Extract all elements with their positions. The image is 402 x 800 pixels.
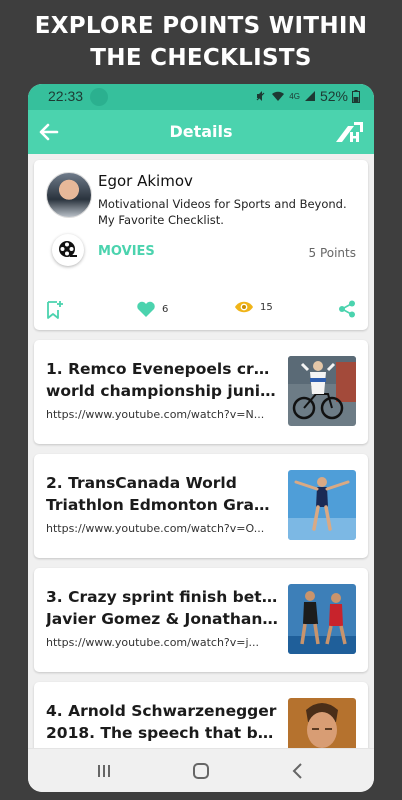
battery-icon <box>352 89 360 103</box>
item-title-line-2: Triathlon Edmonton Grand F... <box>46 496 278 514</box>
item-url[interactable]: https://www.youtube.com/watch?v=j... <box>46 636 280 649</box>
checklist-detail-card: Egor Akimov Motivational Videos for Spor… <box>34 160 368 330</box>
item-title-line-1: 2. TransCanada World <box>46 474 237 492</box>
app-logo-icon <box>336 122 363 142</box>
app-bar: Details <box>28 110 374 154</box>
page-title: Details <box>169 122 233 141</box>
like-button[interactable]: 6 <box>136 300 168 318</box>
system-nav-bar <box>28 748 374 792</box>
item-title-line-1: 1. Remco Evenepoels crazy <box>46 360 278 378</box>
checklist-description: Motivational Videos for Sports and Beyon… <box>98 197 347 227</box>
share-icon[interactable] <box>338 300 356 318</box>
likes-count: 6 <box>162 303 169 315</box>
item-title-line-2: 2018. The speech that brok... <box>46 724 278 742</box>
cyclist-thumbnail[interactable] <box>288 356 356 426</box>
promo-headline: EXPLORE POINTS WITHIN THE CHECKLISTS <box>0 10 402 74</box>
status-bar: 22:33 4G 52% <box>28 84 374 110</box>
sprint-thumbnail[interactable] <box>288 584 356 654</box>
wifi-icon <box>272 91 285 101</box>
system-icons: 4G 52% <box>255 88 360 104</box>
phone-screen: 22:33 4G 52% Details Egor Akimov Motivat… <box>28 84 374 792</box>
item-title-line-1: 4. Arnold Schwarzenegger <box>46 702 277 720</box>
mute-icon <box>256 91 265 101</box>
points-count: 5 Points <box>308 246 357 260</box>
list-item[interactable]: 4. Arnold Schwarzenegger 2018. The speec… <box>34 682 368 748</box>
film-reel-icon <box>52 234 84 266</box>
notification-dot-icon <box>90 88 108 106</box>
network-type: 4G <box>289 91 300 101</box>
recent-apps-icon[interactable] <box>94 761 114 781</box>
home-icon[interactable] <box>191 761 211 781</box>
headline-line-1: EXPLORE POINTS WITHIN <box>34 13 368 39</box>
item-title-line-2: Javier Gomez & Jonathan Br... <box>46 610 278 628</box>
headline-line-2: THE CHECKLISTS <box>90 45 312 71</box>
views-count: 15 <box>260 301 273 313</box>
views-indicator: 15 <box>234 300 273 314</box>
list-item[interactable]: 1. Remco Evenepoels crazy world champion… <box>34 340 368 444</box>
battery-level: 52% <box>319 88 348 104</box>
bookmark-add-icon[interactable] <box>46 300 64 320</box>
item-title-line-2: world championship junior ti... <box>46 382 278 400</box>
item-url[interactable]: https://www.youtube.com/watch?v=O... <box>46 522 280 535</box>
heart-icon <box>137 301 155 317</box>
eye-icon <box>235 301 253 313</box>
list-item[interactable]: 3. Crazy sprint finish between Javier Go… <box>34 568 368 672</box>
signal-icon <box>304 91 315 101</box>
portrait-thumbnail[interactable] <box>288 698 356 748</box>
content-scroll-area[interactable]: Egor Akimov Motivational Videos for Spor… <box>28 154 374 748</box>
category-label[interactable]: MOVIES <box>98 244 155 259</box>
status-time: 22:33 <box>48 88 84 104</box>
item-title-line-1: 3. Crazy sprint finish between <box>46 588 278 606</box>
back-nav-icon[interactable] <box>288 761 308 781</box>
author-name[interactable]: Egor Akimov <box>98 172 193 190</box>
list-item[interactable]: 2. TransCanada World Triathlon Edmonton … <box>34 454 368 558</box>
runner-thumbnail[interactable] <box>288 470 356 540</box>
avatar[interactable] <box>46 172 92 218</box>
item-url[interactable]: https://www.youtube.com/watch?v=N... <box>46 408 280 421</box>
